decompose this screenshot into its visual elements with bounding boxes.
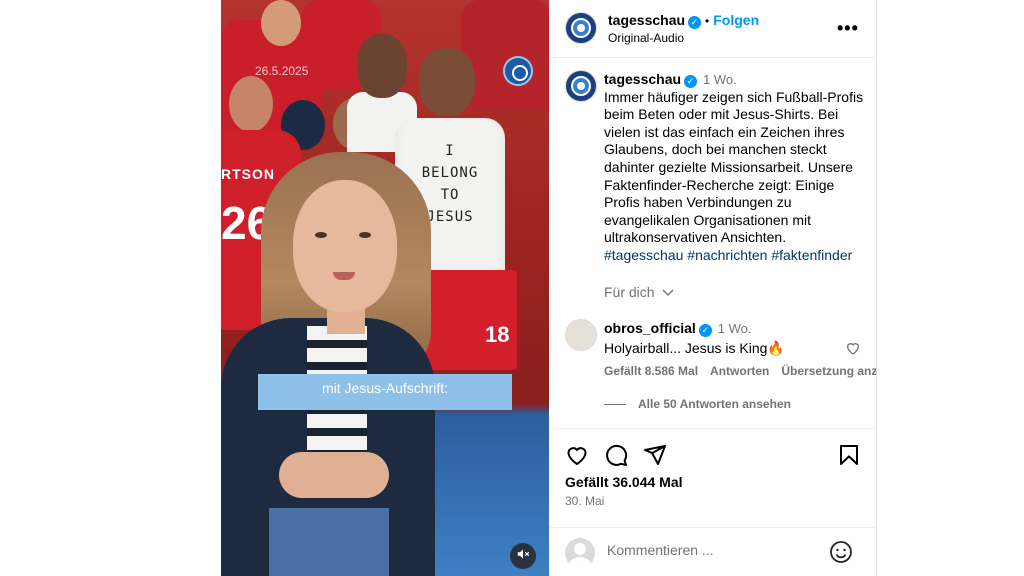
- post-date[interactable]: 30. Mai: [565, 494, 604, 508]
- commenter-avatar[interactable]: [565, 319, 597, 351]
- comment-like-button[interactable]: [845, 340, 861, 361]
- bookmark-icon: [837, 445, 861, 471]
- post-likes[interactable]: Gefällt 36.044 Mal: [565, 474, 683, 490]
- eye: [315, 232, 327, 238]
- shorts-number: 18: [485, 322, 510, 347]
- comment-button[interactable]: [604, 443, 628, 472]
- crowd-head: [261, 0, 301, 46]
- comment-text: Holyairball... Jesus is King🔥: [604, 340, 785, 356]
- comment-likes[interactable]: Gefällt 8.586 Mal: [604, 364, 698, 378]
- comment-translate-button[interactable]: Übersetzung anzeigen: [781, 364, 876, 378]
- presenter-face: [293, 180, 397, 312]
- player-head: [419, 48, 475, 116]
- shirt-name: RTSON: [221, 166, 275, 182]
- instagram-post-view: RTSON 26 I BELONG TO JESUS 18 26.5.2025 …: [0, 0, 1024, 576]
- verified-badge-icon: ✓: [684, 75, 698, 88]
- crowd-head: [229, 76, 273, 132]
- comment-reply-button[interactable]: Antworten: [710, 364, 769, 378]
- original-audio-link[interactable]: Original-Audio: [608, 31, 684, 45]
- header-account-line: tagesschau ✓ • Folgen: [608, 12, 759, 30]
- emoji-icon: [829, 541, 853, 568]
- fuer-dich-text: Für dich: [604, 284, 655, 300]
- more-options-button[interactable]: •••: [837, 18, 859, 39]
- presenter-jeans: [269, 508, 389, 576]
- heart-icon: [565, 447, 589, 471]
- view-replies-text: Alle 50 Antworten ansehen: [638, 397, 791, 411]
- more-options-icon: •••: [837, 18, 859, 38]
- verified-badge-icon: ✓: [698, 324, 712, 337]
- video-subtitle: mit Jesus-Aufschrift:: [258, 374, 512, 410]
- current-user-avatar: [565, 538, 595, 568]
- view-replies-button[interactable]: Alle 50 Antworten ansehen: [604, 397, 791, 411]
- presenter-hands: [279, 452, 389, 498]
- share-icon: [643, 445, 667, 471]
- caption-hashtags[interactable]: #tagesschau #nachrichten #faktenfinder: [604, 247, 852, 263]
- eye: [359, 232, 371, 238]
- comment-time[interactable]: 1 Wo.: [718, 321, 752, 336]
- comment-username[interactable]: obros_official: [604, 320, 696, 336]
- speaker-muted-icon: [516, 547, 530, 566]
- fuer-dich-label[interactable]: Für dich: [604, 284, 674, 300]
- share-button[interactable]: [643, 443, 667, 472]
- post-caption: tagesschau ✓ 1 Wo. Immer häufiger zeigen s…: [604, 71, 869, 265]
- post-panel: tagesschau ✓ • Folgen Original-Audio ••• ta…: [549, 0, 877, 576]
- like-button[interactable]: [565, 443, 589, 472]
- comment-input[interactable]: [607, 542, 827, 558]
- mute-button[interactable]: [510, 543, 536, 569]
- video-media[interactable]: RTSON 26 I BELONG TO JESUS 18 26.5.2025 …: [221, 0, 549, 576]
- date-overlay: 26.5.2025: [255, 64, 309, 78]
- emoji-button[interactable]: [829, 540, 853, 569]
- caption-text: Immer häufiger zeigen sich Fußball-Profi…: [604, 88, 864, 246]
- tagesschau-logo-icon: [503, 56, 533, 86]
- header-username[interactable]: tagesschau: [608, 12, 685, 28]
- comment-icon: [604, 444, 628, 471]
- replies-divider: [604, 404, 626, 406]
- comment-item: obros_official ✓ 1 Wo. Holyairball... Jesu…: [604, 320, 874, 357]
- save-button[interactable]: [837, 443, 861, 472]
- account-avatar[interactable]: [565, 12, 597, 44]
- player-shorts: [417, 270, 517, 370]
- chevron-down-icon: [658, 284, 674, 300]
- comment-actions: Gefällt 8.586 Mal Antworten Übersetzung an…: [604, 364, 876, 378]
- separator-dot: •: [705, 14, 710, 28]
- crowd-person: [461, 0, 549, 110]
- heart-icon: [845, 343, 861, 360]
- player-two-head: [357, 34, 407, 98]
- post-header: tagesschau ✓ • Folgen Original-Audio •••: [549, 0, 877, 58]
- caption-avatar[interactable]: [565, 70, 597, 102]
- caption-time[interactable]: 1 Wo.: [703, 72, 737, 87]
- comment-bar: [549, 527, 877, 576]
- caption-username[interactable]: tagesschau: [604, 71, 681, 87]
- verified-badge-icon: ✓: [688, 16, 702, 29]
- follow-button[interactable]: Folgen: [713, 12, 759, 28]
